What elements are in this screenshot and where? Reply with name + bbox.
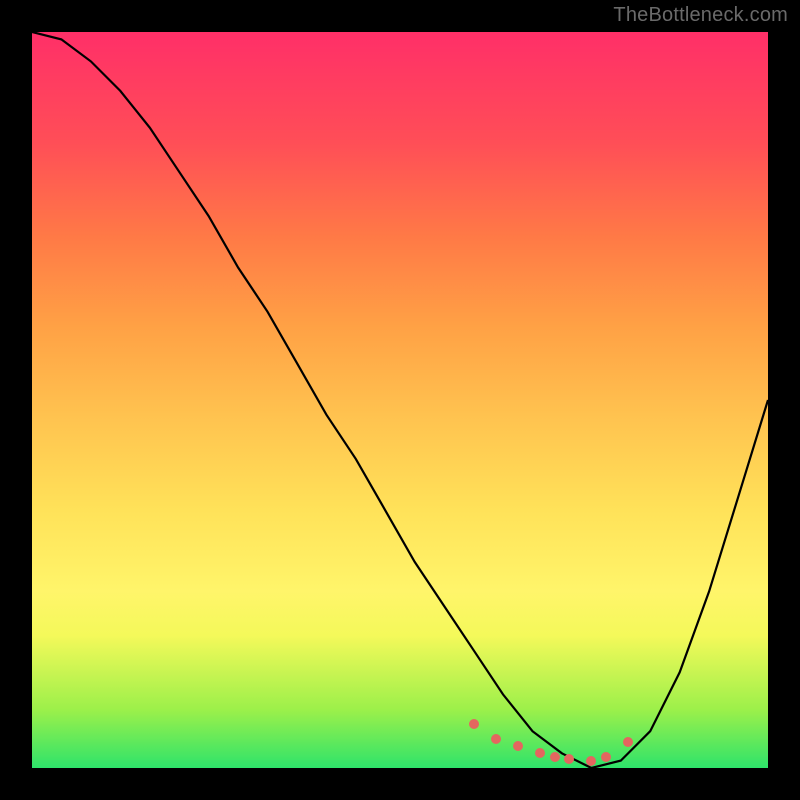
marker-dot — [513, 741, 523, 751]
watermark-text: TheBottleneck.com — [613, 4, 788, 27]
marker-dot — [550, 752, 560, 762]
marker-dots-layer — [32, 32, 768, 768]
marker-dot — [601, 752, 611, 762]
marker-dot — [535, 748, 545, 758]
marker-dot — [623, 737, 633, 747]
marker-dot — [564, 754, 574, 764]
chart-plot-area — [32, 32, 768, 768]
marker-dot — [491, 734, 501, 744]
marker-dot — [469, 719, 479, 729]
marker-dot — [586, 756, 596, 766]
